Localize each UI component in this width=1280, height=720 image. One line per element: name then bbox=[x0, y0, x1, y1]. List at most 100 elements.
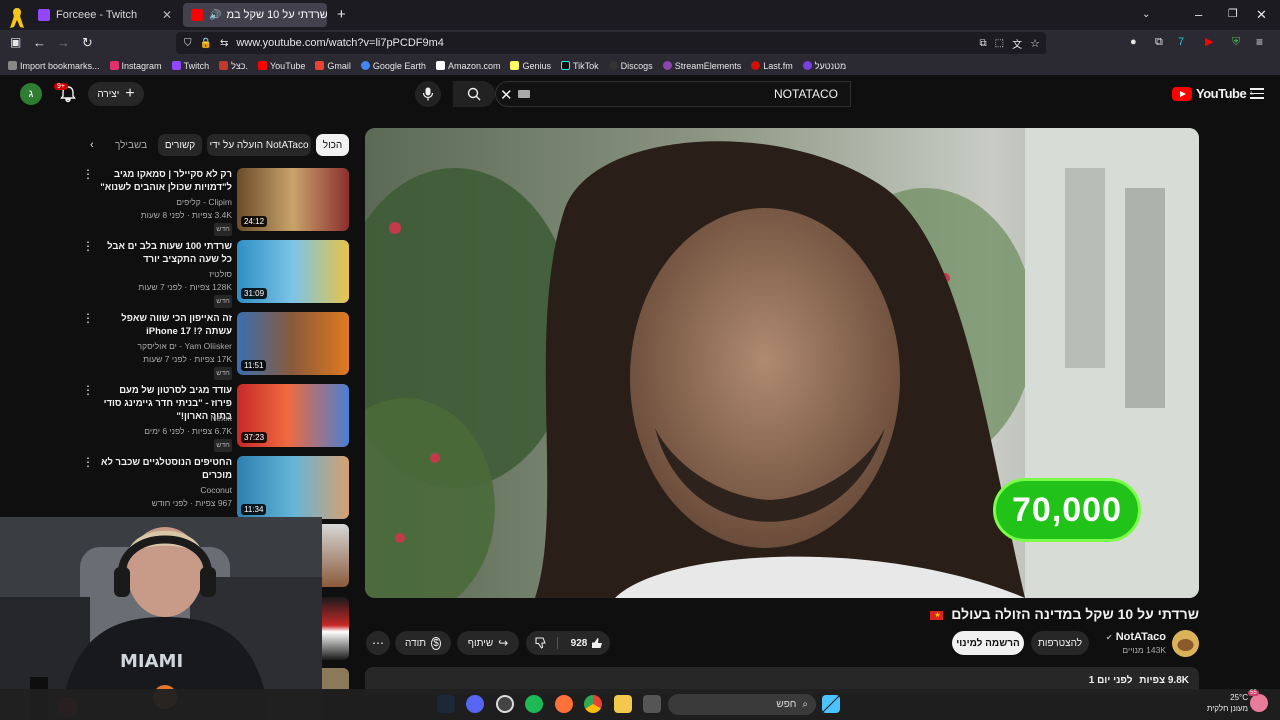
video-thumbnail[interactable]: 37:23 bbox=[237, 384, 349, 447]
bookmark-metantel[interactable]: מטנטעל bbox=[802, 61, 846, 71]
more-actions-button[interactable]: ⋯ bbox=[366, 631, 390, 655]
taskbar-search[interactable]: חפש ⌕ bbox=[668, 694, 816, 715]
hamburger-menu-icon[interactable] bbox=[1250, 88, 1264, 102]
close-icon[interactable]: ✕ bbox=[162, 8, 172, 22]
url-bar[interactable]: ⛉ 🔒 ⇆ www.youtube.com/watch?v=li7pPCDF9m… bbox=[176, 32, 1046, 54]
chip-for-you[interactable]: בשבילך bbox=[112, 134, 150, 156]
speaker-icon[interactable]: 🔊 bbox=[209, 10, 221, 21]
join-button[interactable]: להצטרפות bbox=[1031, 631, 1089, 655]
more-options-icon[interactable]: ⋮ bbox=[82, 168, 94, 180]
search-query[interactable]: NOTATACO bbox=[774, 87, 838, 101]
bookmark-twitch[interactable]: Twitch bbox=[171, 61, 209, 71]
extensions-icon[interactable]: ⧉ bbox=[1155, 36, 1163, 49]
steam-icon[interactable] bbox=[437, 695, 455, 713]
video-thumbnail[interactable]: 24:12 bbox=[237, 168, 349, 231]
shield-icon[interactable]: ⛉ bbox=[184, 38, 192, 49]
tab-youtube[interactable]: 🔊 (38) שרדתי על 10 שקל במ ✕ bbox=[183, 3, 327, 27]
chevron-left-icon[interactable]: ‹ bbox=[90, 139, 94, 152]
channel-name[interactable]: Nexxt bbox=[98, 413, 232, 423]
microphone-icon[interactable] bbox=[415, 81, 441, 107]
video-thumbnail[interactable] bbox=[322, 668, 349, 690]
sidebar-icon[interactable]: ▣ bbox=[10, 36, 21, 49]
more-options-icon[interactable]: ⋮ bbox=[82, 240, 94, 252]
extension-youtube-icon[interactable]: ▶ bbox=[1205, 36, 1213, 49]
save-icon[interactable]: ⬚ bbox=[995, 38, 1004, 49]
spotify-icon[interactable] bbox=[525, 695, 543, 713]
file-explorer-icon[interactable] bbox=[614, 695, 632, 713]
extension-shield-icon[interactable]: ⛨ bbox=[1232, 36, 1240, 49]
new-tab-icon[interactable]: + bbox=[337, 7, 346, 22]
bookmark-instagram[interactable]: Instagram bbox=[109, 61, 162, 71]
permissions-icon[interactable]: ⇆ bbox=[220, 38, 228, 49]
channel-name-row[interactable]: NotATaco ✔ bbox=[1100, 631, 1166, 643]
account-icon[interactable]: ● bbox=[1130, 36, 1137, 49]
url-text[interactable]: www.youtube.com/watch?v=li7pPCDF9m4 bbox=[236, 37, 444, 49]
bookmark-ktzal[interactable]: כצל. bbox=[219, 61, 248, 71]
reload-icon[interactable]: ↻ bbox=[82, 36, 93, 49]
youtube-logo[interactable]: YouTube IL bbox=[1172, 86, 1254, 101]
dislike-button[interactable] bbox=[525, 637, 558, 649]
video-thumbnail[interactable]: 31:09 bbox=[237, 240, 349, 303]
back-icon[interactable]: ← bbox=[33, 36, 46, 49]
video-thumbnail[interactable]: 11:34 bbox=[237, 456, 349, 519]
share-button[interactable]: שיתוף ↪ bbox=[457, 631, 519, 655]
recommendation-item[interactable]: 31:09 ⋮ שרדתי 100 שעות בלב ים אבל כל שעה… bbox=[82, 240, 352, 308]
more-options-icon[interactable]: ⋮ bbox=[82, 456, 94, 468]
weather-widget[interactable]: 25°C מעונן חלקית bbox=[1198, 692, 1248, 714]
video-title[interactable]: רק לא סקיילר | סמאקו מגיב ל"דמויות שכולן… bbox=[98, 168, 232, 194]
more-options-icon[interactable]: ⋮ bbox=[82, 312, 94, 324]
task-view-icon[interactable] bbox=[643, 695, 661, 713]
video-title[interactable]: שרדתי 100 שעות בלב ים אבל כל שעה התקציב … bbox=[98, 240, 232, 266]
profile-icon[interactable] bbox=[1250, 694, 1268, 712]
avatar[interactable]: ג bbox=[20, 83, 42, 105]
chip-uploaded-by[interactable]: הועלה על ידי NotATaco bbox=[207, 134, 311, 156]
extension-7tv-icon[interactable]: 7 bbox=[1178, 36, 1184, 49]
star-icon[interactable]: ☆ bbox=[1030, 37, 1040, 50]
chrome-icon[interactable] bbox=[584, 695, 602, 713]
video-thumbnail[interactable] bbox=[322, 597, 349, 660]
bookmark-genius[interactable]: Genius bbox=[510, 61, 551, 71]
channel-name[interactable]: Yam Oliisker - ים אוליסקר bbox=[98, 341, 232, 351]
forward-icon[interactable]: → bbox=[57, 36, 70, 49]
recommendation-item[interactable]: 11:34 ⋮ החטיפים הנוסטלגיים שכבר לא מוכרי… bbox=[82, 456, 352, 522]
menu-icon[interactable]: ≡ bbox=[1256, 36, 1263, 49]
bookmark-youtube[interactable]: YouTube bbox=[258, 61, 305, 71]
recommendation-item[interactable]: 11:51 ⋮ זה האייפון הכי שווה שאפל עשתה ?!… bbox=[82, 312, 352, 380]
obs-icon[interactable] bbox=[496, 695, 514, 713]
like-button[interactable]: 928 bbox=[563, 637, 612, 649]
more-options-icon[interactable]: ⋮ bbox=[82, 384, 94, 396]
bookmark-tiktok[interactable]: TikTok bbox=[561, 61, 599, 71]
video-thumbnail[interactable] bbox=[322, 524, 349, 587]
bookmark-lastfm[interactable]: Last.fm bbox=[751, 61, 793, 71]
discord-icon[interactable] bbox=[466, 695, 484, 713]
recommendation-item[interactable]: 37:23 ⋮ עודד מגיב לסרטון של מעם פירוז - … bbox=[82, 384, 352, 452]
channel-name[interactable]: Clipim - קליפים bbox=[98, 197, 232, 207]
bookmark-import[interactable]: Import bookmarks... bbox=[8, 61, 100, 71]
search-input[interactable]: ✕ NOTATACO bbox=[495, 81, 851, 107]
chip-related[interactable]: קשורים bbox=[158, 134, 202, 156]
bookmark-google-earth[interactable]: Google Earth bbox=[360, 61, 426, 71]
video-title[interactable]: זה האייפון הכי שווה שאפל עשתה ?! iPhone … bbox=[98, 312, 232, 338]
bookmark-discogs[interactable]: Discogs bbox=[608, 61, 653, 71]
chip-all[interactable]: הכול bbox=[316, 134, 349, 156]
bookmark-gmail[interactable]: Gmail bbox=[315, 61, 351, 71]
channel-avatar[interactable] bbox=[1172, 630, 1199, 657]
translate-icon[interactable]: 文 bbox=[1012, 36, 1022, 51]
search-button[interactable] bbox=[453, 81, 495, 107]
channel-name[interactable]: NotATaco bbox=[1116, 631, 1166, 643]
screenshot-icon[interactable]: ⧉ bbox=[980, 38, 987, 49]
video-title[interactable]: החטיפים הנוסטלגיים שכבר לא מוכרים bbox=[98, 456, 232, 482]
lock-icon[interactable]: 🔒 bbox=[200, 38, 212, 49]
chevron-down-icon[interactable]: ⌄ bbox=[1142, 8, 1150, 21]
create-button[interactable]: יצירה + bbox=[88, 82, 144, 106]
channel-info[interactable]: NotATaco ✔ 143K מנויים bbox=[1100, 631, 1166, 655]
firefox-icon[interactable] bbox=[555, 695, 573, 713]
restore-icon[interactable]: ❐ bbox=[1228, 8, 1238, 21]
video-thumbnail[interactable]: 11:51 bbox=[237, 312, 349, 375]
subscribe-button[interactable]: הרשמה למינוי bbox=[952, 631, 1024, 655]
keyboard-icon[interactable] bbox=[518, 90, 530, 98]
bookmark-streamelements[interactable]: StreamElements bbox=[662, 61, 741, 71]
windows-start-icon[interactable] bbox=[822, 695, 840, 713]
thanks-button[interactable]: תודה $ bbox=[395, 631, 451, 655]
channel-name[interactable]: Coconut bbox=[98, 485, 232, 495]
